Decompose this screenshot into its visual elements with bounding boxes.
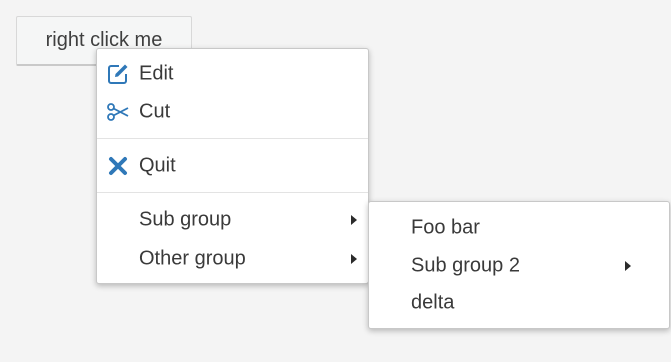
close-icon [106,154,130,178]
scissors-icon [106,100,130,124]
submenu-item-delta[interactable]: delta [369,284,669,322]
submenu-item-sub-group-2[interactable]: Sub group 2 [369,247,669,285]
menu-separator [97,138,368,139]
menu-item-label: Foo bar [411,216,480,239]
menu-item-label: Other group [139,247,246,270]
menu-item-label: delta [411,291,455,314]
menu-separator [97,192,368,193]
menu-item-other-group[interactable]: Other group [97,240,368,278]
chevron-right-icon [351,254,357,264]
menu-item-cut[interactable]: Cut [97,93,368,131]
submenu: Foo bar Sub group 2 delta [368,201,670,329]
menu-item-edit[interactable]: Edit [97,55,368,93]
menu-item-sub-group[interactable]: Sub group [97,201,368,239]
edit-icon [106,62,130,86]
context-menu: Edit Cut Quit Sub group Other group [96,48,369,284]
menu-item-label: Edit [139,62,174,85]
menu-item-label: Sub group 2 [411,254,520,277]
chevron-right-icon [625,261,631,271]
menu-item-label: Cut [139,100,171,123]
submenu-item-foo-bar[interactable]: Foo bar [369,209,669,247]
menu-item-quit[interactable]: Quit [97,147,368,185]
chevron-right-icon [351,215,357,225]
menu-item-label: Quit [139,154,176,177]
menu-item-label: Sub group [139,208,232,231]
